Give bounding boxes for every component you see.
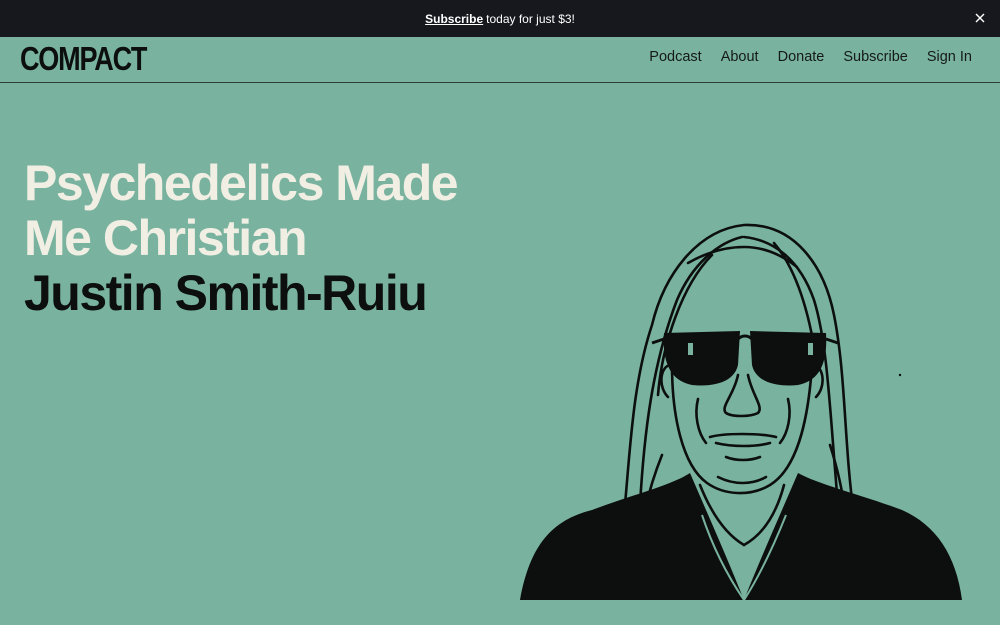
nav-sign-in[interactable]: Sign In: [927, 49, 972, 65]
nav-about[interactable]: About: [721, 49, 759, 65]
promo-subscribe-link[interactable]: Subscribe: [425, 12, 483, 26]
site-logo[interactable]: COMPACT: [20, 42, 147, 76]
site-header: COMPACT Podcast About Donate Subscribe S…: [0, 37, 1000, 83]
nav-podcast[interactable]: Podcast: [649, 49, 701, 65]
nav-donate[interactable]: Donate: [778, 49, 825, 65]
article-title-line-2: Me Christian: [24, 210, 308, 266]
promo-bar: Subscribe today for just $3!: [0, 0, 1000, 37]
article-headline: Psychedelics Made Me Christian Justin Sm…: [24, 156, 494, 321]
promo-text: today for just $3!: [486, 11, 575, 26]
article-author: Justin Smith-Ruiu: [24, 265, 428, 321]
nav-subscribe[interactable]: Subscribe: [843, 49, 907, 65]
article-title-line-1: Psychedelics Made: [24, 155, 459, 211]
author-portrait-illustration: [520, 223, 962, 601]
close-icon[interactable]: [972, 10, 988, 26]
main-nav: Podcast About Donate Subscribe Sign In: [649, 49, 972, 65]
